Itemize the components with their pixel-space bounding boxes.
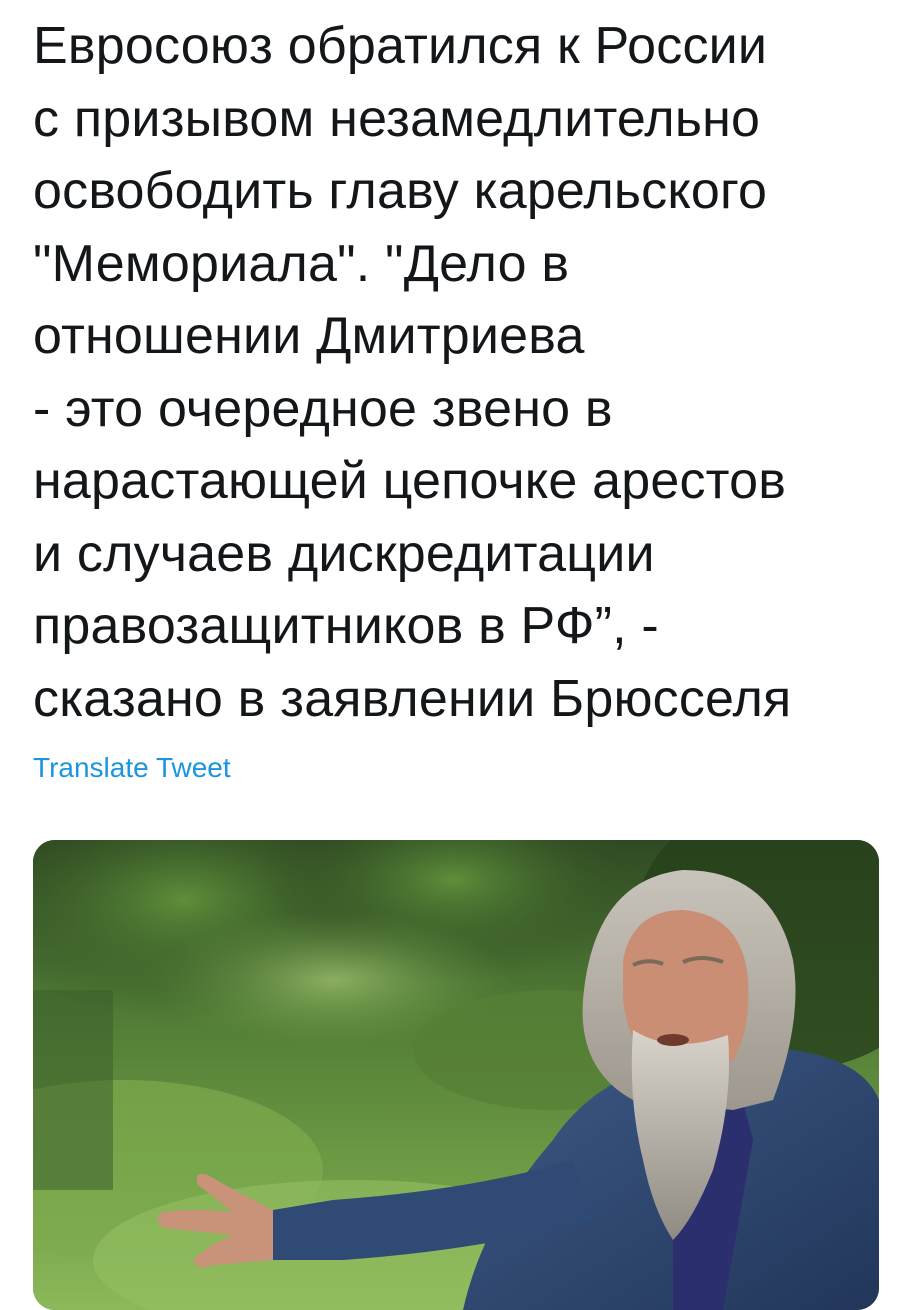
tweet-photo[interactable] <box>33 840 879 1310</box>
photo-illustration <box>33 840 879 1310</box>
translate-tweet-link[interactable]: Translate Tweet <box>33 750 231 786</box>
tweet-text: Евросоюз обратился к России с призывом н… <box>33 17 792 728</box>
